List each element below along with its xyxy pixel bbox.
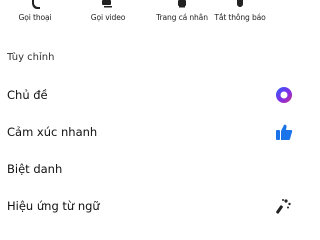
phone-icon (14, 0, 56, 10)
quick-reaction-label: Cảm xúc nhanh (7, 125, 98, 139)
video-call-label: Gọi video (90, 13, 126, 22)
nickname-row[interactable]: Biệt danh (0, 154, 300, 184)
conversation-actions: Gọi thoại Gọi video Trang cá nhân Tắt th… (0, 0, 300, 40)
theme-circle-icon (275, 86, 293, 104)
theme-row[interactable]: Chủ đề (0, 80, 300, 110)
voice-call-button[interactable]: Gọi thoại (14, 0, 56, 40)
profile-button[interactable]: Trang cá nhân (150, 0, 214, 40)
mute-notifications-label: Tắt thông báo (214, 13, 266, 22)
bell-icon (212, 0, 268, 10)
thumbs-up-icon (275, 123, 293, 141)
video-camera-icon (88, 0, 128, 10)
video-call-button[interactable]: Gọi video (88, 0, 128, 40)
mute-notifications-button[interactable]: Tắt thông báo (212, 0, 268, 40)
word-effects-label: Hiệu ứng từ ngữ (7, 199, 100, 213)
voice-call-label: Gọi thoại (18, 13, 52, 22)
profile-label: Trang cá nhân (156, 13, 208, 22)
theme-label: Chủ đề (7, 88, 48, 102)
customize-section-title: Tùy chỉnh (7, 52, 55, 63)
nickname-label: Biệt danh (7, 162, 63, 176)
word-effects-row[interactable]: Hiệu ứng từ ngữ (0, 191, 300, 221)
profile-icon (150, 0, 214, 10)
quick-reaction-row[interactable]: Cảm xúc nhanh (0, 117, 300, 147)
sparkle-wand-icon (275, 197, 293, 215)
